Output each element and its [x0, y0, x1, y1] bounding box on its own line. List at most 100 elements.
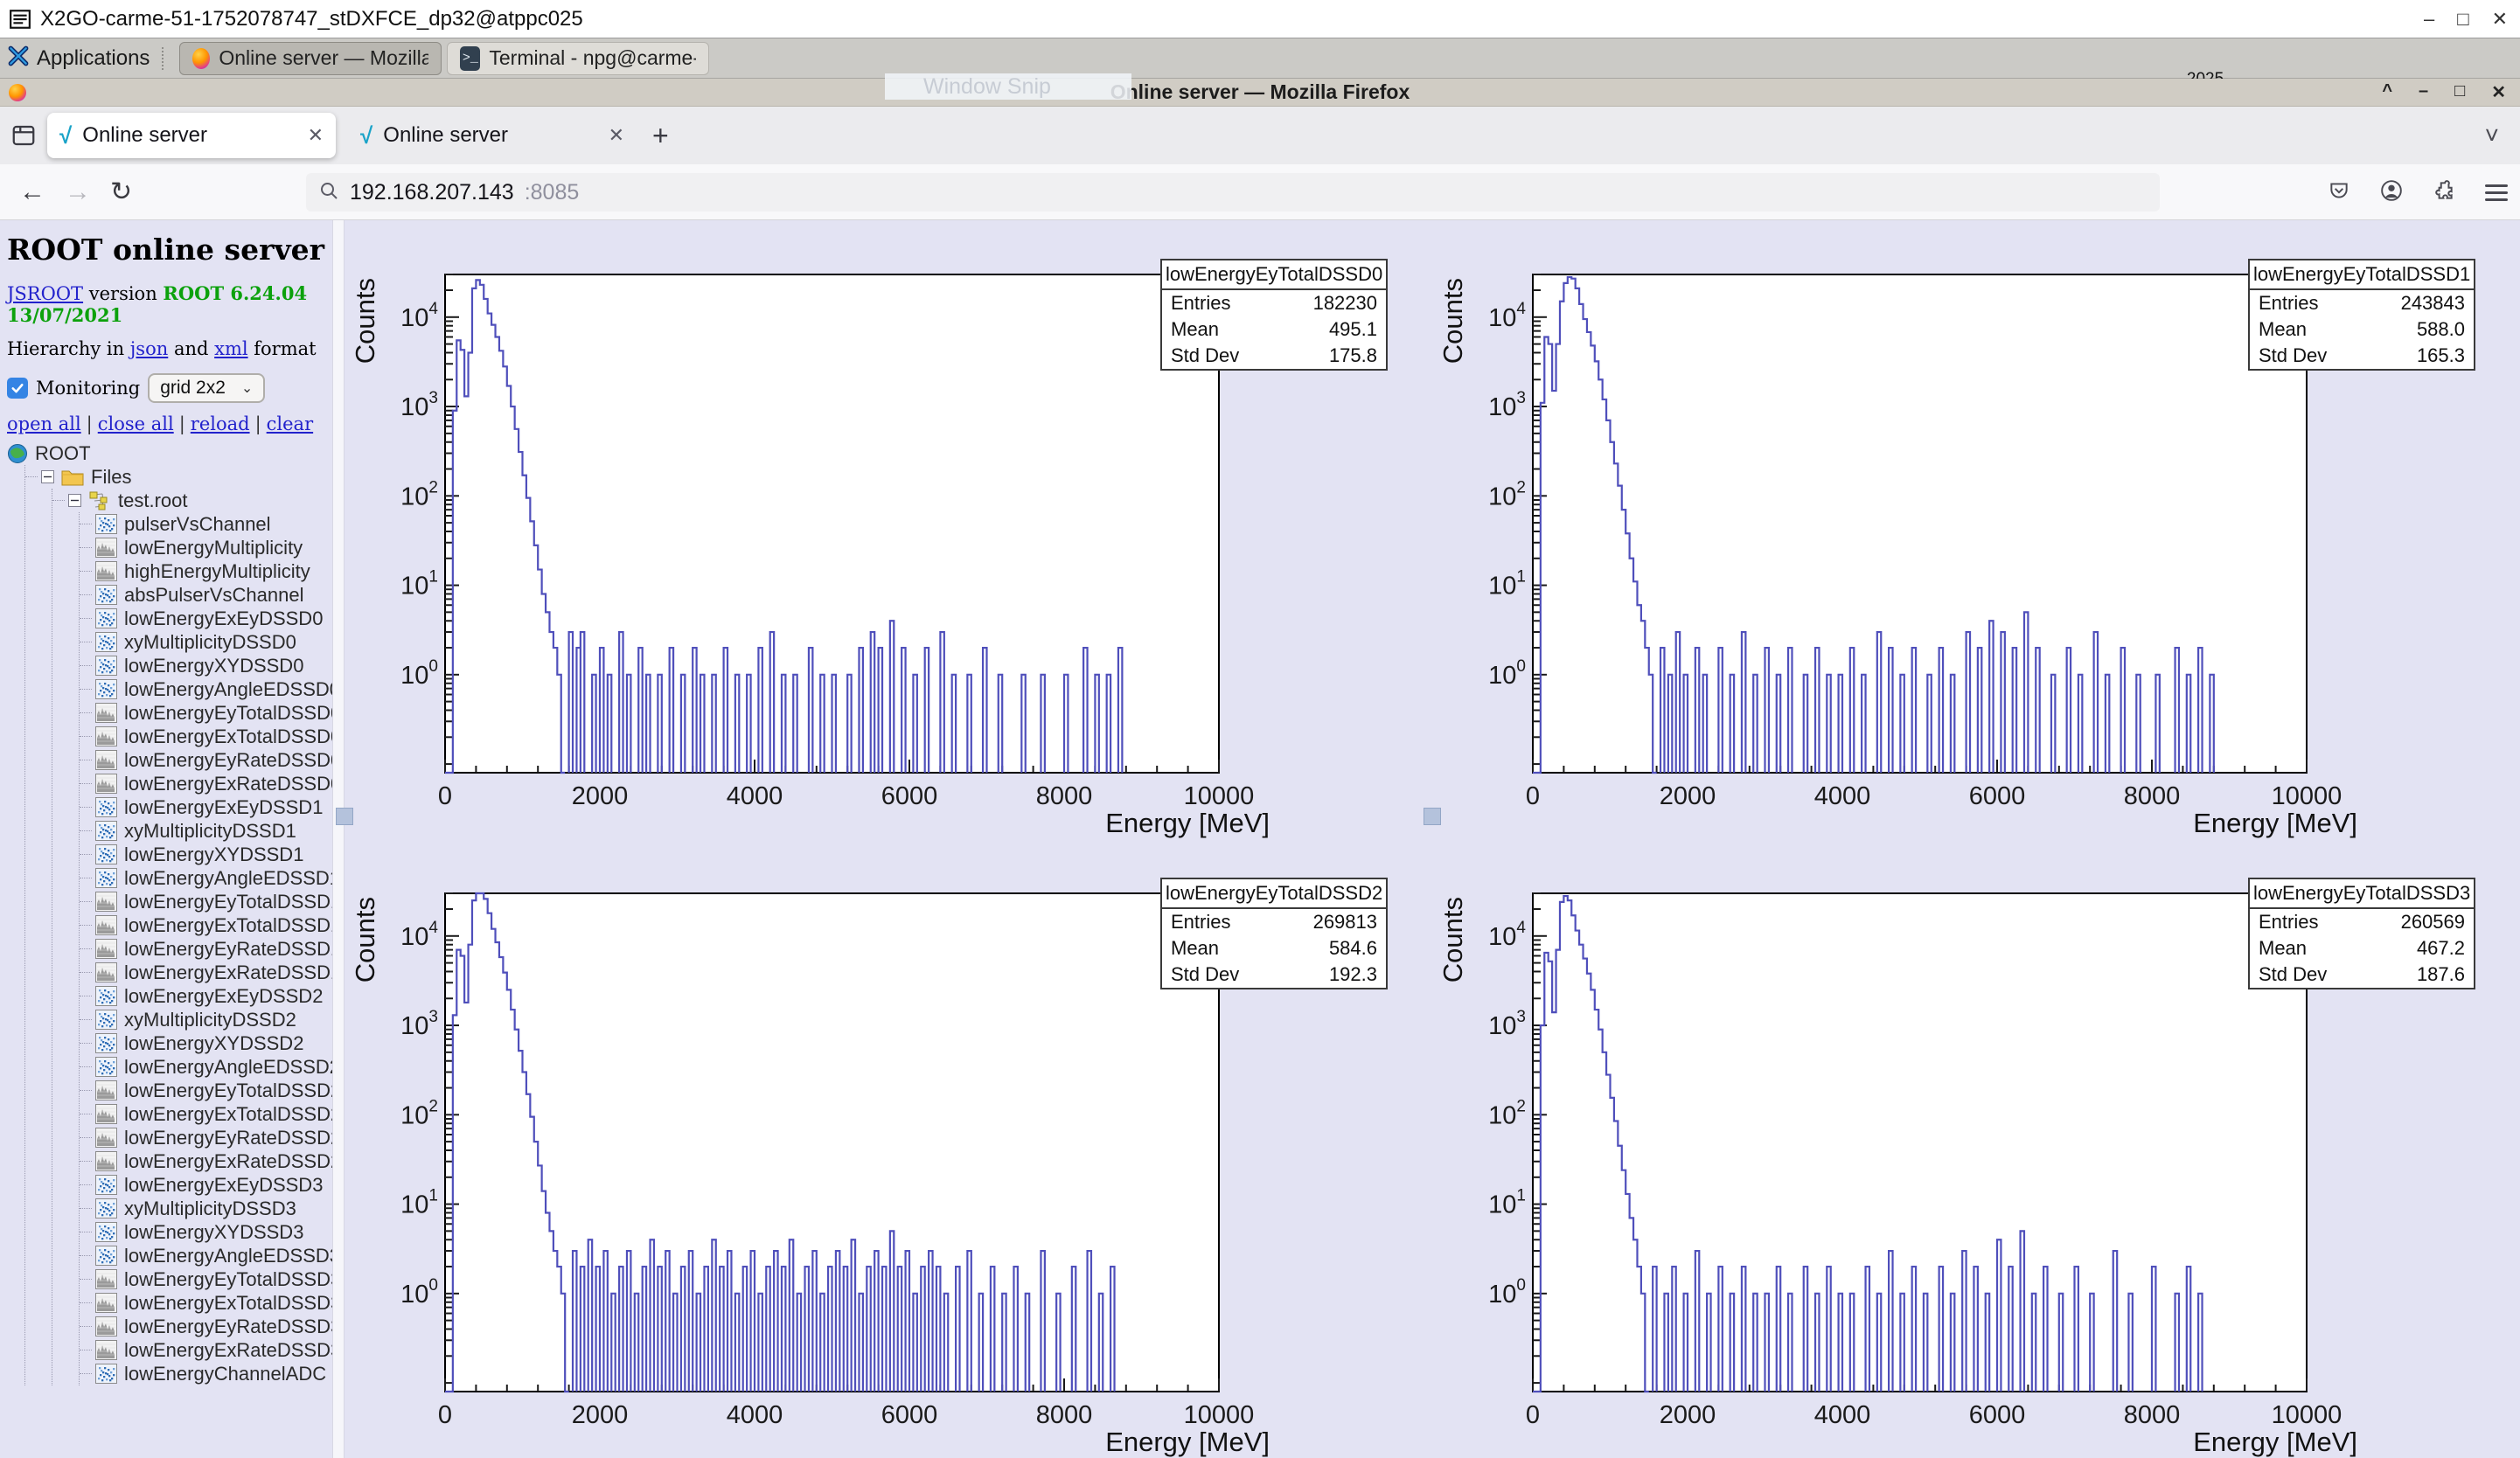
tree-item[interactable]: lowEnergyExTotalDSSD2 [80, 1102, 332, 1126]
tree-item-label: lowEnergyAngleEDSSD3 [124, 1245, 332, 1267]
tree-item-label: lowEnergyExRateDSSD1 [124, 962, 332, 984]
histogram-panel-dssd2[interactable]: 0200040006000800010000100101102103104Cou… [345, 839, 1432, 1458]
x2go-close-icon[interactable]: ✕ [2492, 8, 2508, 31]
stat-box[interactable]: lowEnergyEyTotalDSSD0Entries182230Mean49… [1160, 259, 1388, 371]
tree-item[interactable]: lowEnergyMultiplicity [80, 536, 332, 559]
layout-select[interactable]: grid 2x2 ⌄ [148, 373, 265, 403]
stat-box[interactable]: lowEnergyEyTotalDSSD1Entries243843Mean58… [2248, 259, 2475, 371]
clear-link[interactable]: clear [267, 413, 313, 434]
tab-close-icon[interactable]: ✕ [609, 124, 624, 147]
tree-item[interactable]: pulserVsChannel [80, 512, 332, 536]
tree-item[interactable]: xyMultiplicityDSSD2 [80, 1008, 332, 1031]
tree-item[interactable]: lowEnergyEyRateDSSD2 [80, 1126, 332, 1149]
grid-resize-handle[interactable] [1424, 808, 1441, 825]
collapse-toggle-icon[interactable] [68, 494, 81, 507]
tree-item[interactable]: lowEnergyExRateDSSD1 [80, 961, 332, 984]
tree-item[interactable]: lowEnergyExTotalDSSD3 [80, 1291, 332, 1315]
x2go-maximize-icon[interactable]: □ [2457, 8, 2468, 31]
svg-text:100: 100 [1488, 657, 1526, 690]
tree-item[interactable]: lowEnergyXYDSSD0 [80, 654, 332, 677]
tree-item[interactable]: lowEnergyExEyDSSD3 [80, 1173, 332, 1197]
histogram-panel-dssd0[interactable]: 0200040006000800010000100101102103104Cou… [345, 220, 1432, 839]
reload-button[interactable]: ↻ [110, 177, 132, 207]
tree-item[interactable]: lowEnergyExRateDSSD2 [80, 1149, 332, 1173]
histogram-2d-icon [95, 656, 117, 676]
stat-box[interactable]: lowEnergyEyTotalDSSD3Entries260569Mean46… [2248, 878, 2475, 989]
page-content: ROOT online server JSROOT version ROOT 6… [0, 220, 2520, 1458]
tree-item[interactable]: lowEnergyXYDSSD1 [80, 843, 332, 866]
taskbar-window-terminal[interactable]: >_ Terminal - npg@carme-gsi... [447, 42, 709, 75]
tree-item-label: lowEnergyEyRateDSSD3 [124, 1316, 332, 1338]
tab-online-server-2[interactable]: √ Online server ✕ [348, 113, 637, 158]
sidebar-scrollbar[interactable] [332, 220, 345, 1458]
histogram-panel-dssd1[interactable]: 0200040006000800010000100101102103104Cou… [1432, 220, 2520, 839]
pocket-icon[interactable] [2328, 179, 2350, 206]
applications-menu-button[interactable]: Applications [0, 45, 157, 72]
histogram-2d-icon [95, 797, 117, 817]
svg-text:8000: 8000 [1036, 1401, 1093, 1429]
close-all-link[interactable]: close all [98, 413, 174, 434]
tree-item[interactable]: lowEnergyExTotalDSSD1 [80, 913, 332, 937]
taskbar-window-firefox[interactable]: Online server — Mozilla Fi... [179, 42, 442, 75]
open-all-link[interactable]: open all [7, 413, 81, 434]
account-icon[interactable] [2380, 179, 2403, 206]
extensions-icon[interactable] [2433, 179, 2455, 206]
stat-box[interactable]: lowEnergyEyTotalDSSD2Entries269813Mean58… [1160, 878, 1388, 989]
tree-item[interactable]: lowEnergyAngleEDSSD0 [80, 677, 332, 701]
tree-item[interactable]: lowEnergyXYDSSD2 [80, 1031, 332, 1055]
tree-item[interactable]: lowEnergyEyTotalDSSD2 [80, 1079, 332, 1102]
tree-item[interactable]: lowEnergyEyRateDSSD3 [80, 1315, 332, 1338]
tree-item-label: lowEnergyExRateDSSD0 [124, 773, 332, 795]
list-all-tabs-icon[interactable]: ˅ [2485, 122, 2499, 149]
collapse-toggle-icon[interactable] [41, 470, 54, 483]
tree-item[interactable]: xyMultiplicityDSSD0 [80, 630, 332, 654]
tree-item[interactable]: lowEnergyAngleEDSSD3 [80, 1244, 332, 1267]
tree-item[interactable]: lowEnergyExEyDSSD1 [80, 795, 332, 819]
tree-file-test-root[interactable]: test.root [52, 489, 332, 512]
firefox-view-icon[interactable] [10, 122, 37, 149]
tree-item[interactable]: lowEnergyAngleEDSSD2 [80, 1055, 332, 1079]
tree-item[interactable]: lowEnergyExRateDSSD3 [80, 1338, 332, 1362]
json-link[interactable]: json [130, 338, 168, 359]
xml-link[interactable]: xml [214, 338, 247, 359]
tree-item-label: lowEnergyExEyDSSD3 [124, 1174, 323, 1197]
tree-item[interactable]: lowEnergyEyTotalDSSD1 [80, 890, 332, 913]
histogram-panel-dssd3[interactable]: 0200040006000800010000100101102103104Cou… [1432, 839, 2520, 1458]
reload-link[interactable]: reload [191, 413, 250, 434]
tree-item[interactable]: lowEnergyAngleEDSSD1 [80, 866, 332, 890]
tree-files[interactable]: Files [25, 465, 332, 489]
tree-item[interactable]: absPulserVsChannel [80, 583, 332, 607]
minimize-icon[interactable]: – [2419, 81, 2428, 103]
close-icon[interactable]: ✕ [2491, 81, 2506, 103]
tab-online-server-1[interactable]: √ Online server ✕ [47, 113, 336, 158]
monitoring-checkbox[interactable] [7, 378, 28, 399]
tree-root[interactable]: ROOT [7, 441, 332, 465]
url-bar[interactable]: 192.168.207.143:8085 [306, 173, 2160, 212]
forward-button[interactable]: → [65, 177, 91, 207]
x2go-minimize-icon[interactable]: – [2424, 8, 2434, 31]
tree-item[interactable]: lowEnergyEyRateDSSD0 [80, 748, 332, 772]
tree-item[interactable]: lowEnergyXYDSSD3 [80, 1220, 332, 1244]
menu-icon[interactable] [2485, 180, 2508, 205]
firefox-window-title: Online server — Mozilla Firefox [1110, 80, 1410, 104]
tree-item[interactable]: lowEnergyEyTotalDSSD3 [80, 1267, 332, 1291]
tree-item[interactable]: xyMultiplicityDSSD3 [80, 1197, 332, 1220]
tree-item[interactable]: lowEnergyExRateDSSD0 [80, 772, 332, 795]
tree-item[interactable]: xyMultiplicityDSSD1 [80, 819, 332, 843]
tree-item[interactable]: lowEnergyEyTotalDSSD0 [80, 701, 332, 725]
new-tab-button[interactable]: + [652, 120, 669, 152]
jsroot-link[interactable]: JSROOT [7, 283, 83, 304]
tree-item[interactable]: lowEnergyExEyDSSD2 [80, 984, 332, 1008]
tab-close-icon[interactable]: ✕ [308, 124, 324, 147]
tree-item[interactable]: lowEnergyExEyDSSD0 [80, 607, 332, 630]
shade-icon[interactable]: ^ [2382, 81, 2392, 103]
firefox-icon [192, 48, 210, 69]
back-button[interactable]: ← [19, 177, 45, 207]
svg-text:103: 103 [1488, 1008, 1526, 1040]
grid-resize-handle[interactable] [336, 808, 353, 825]
tree-item[interactable]: lowEnergyExTotalDSSD0 [80, 725, 332, 748]
tree-item[interactable]: lowEnergyChannelADC [80, 1362, 332, 1385]
maximize-icon[interactable]: □ [2454, 81, 2465, 103]
tree-item[interactable]: highEnergyMultiplicity [80, 559, 332, 583]
tree-item[interactable]: lowEnergyEyRateDSSD1 [80, 937, 332, 961]
